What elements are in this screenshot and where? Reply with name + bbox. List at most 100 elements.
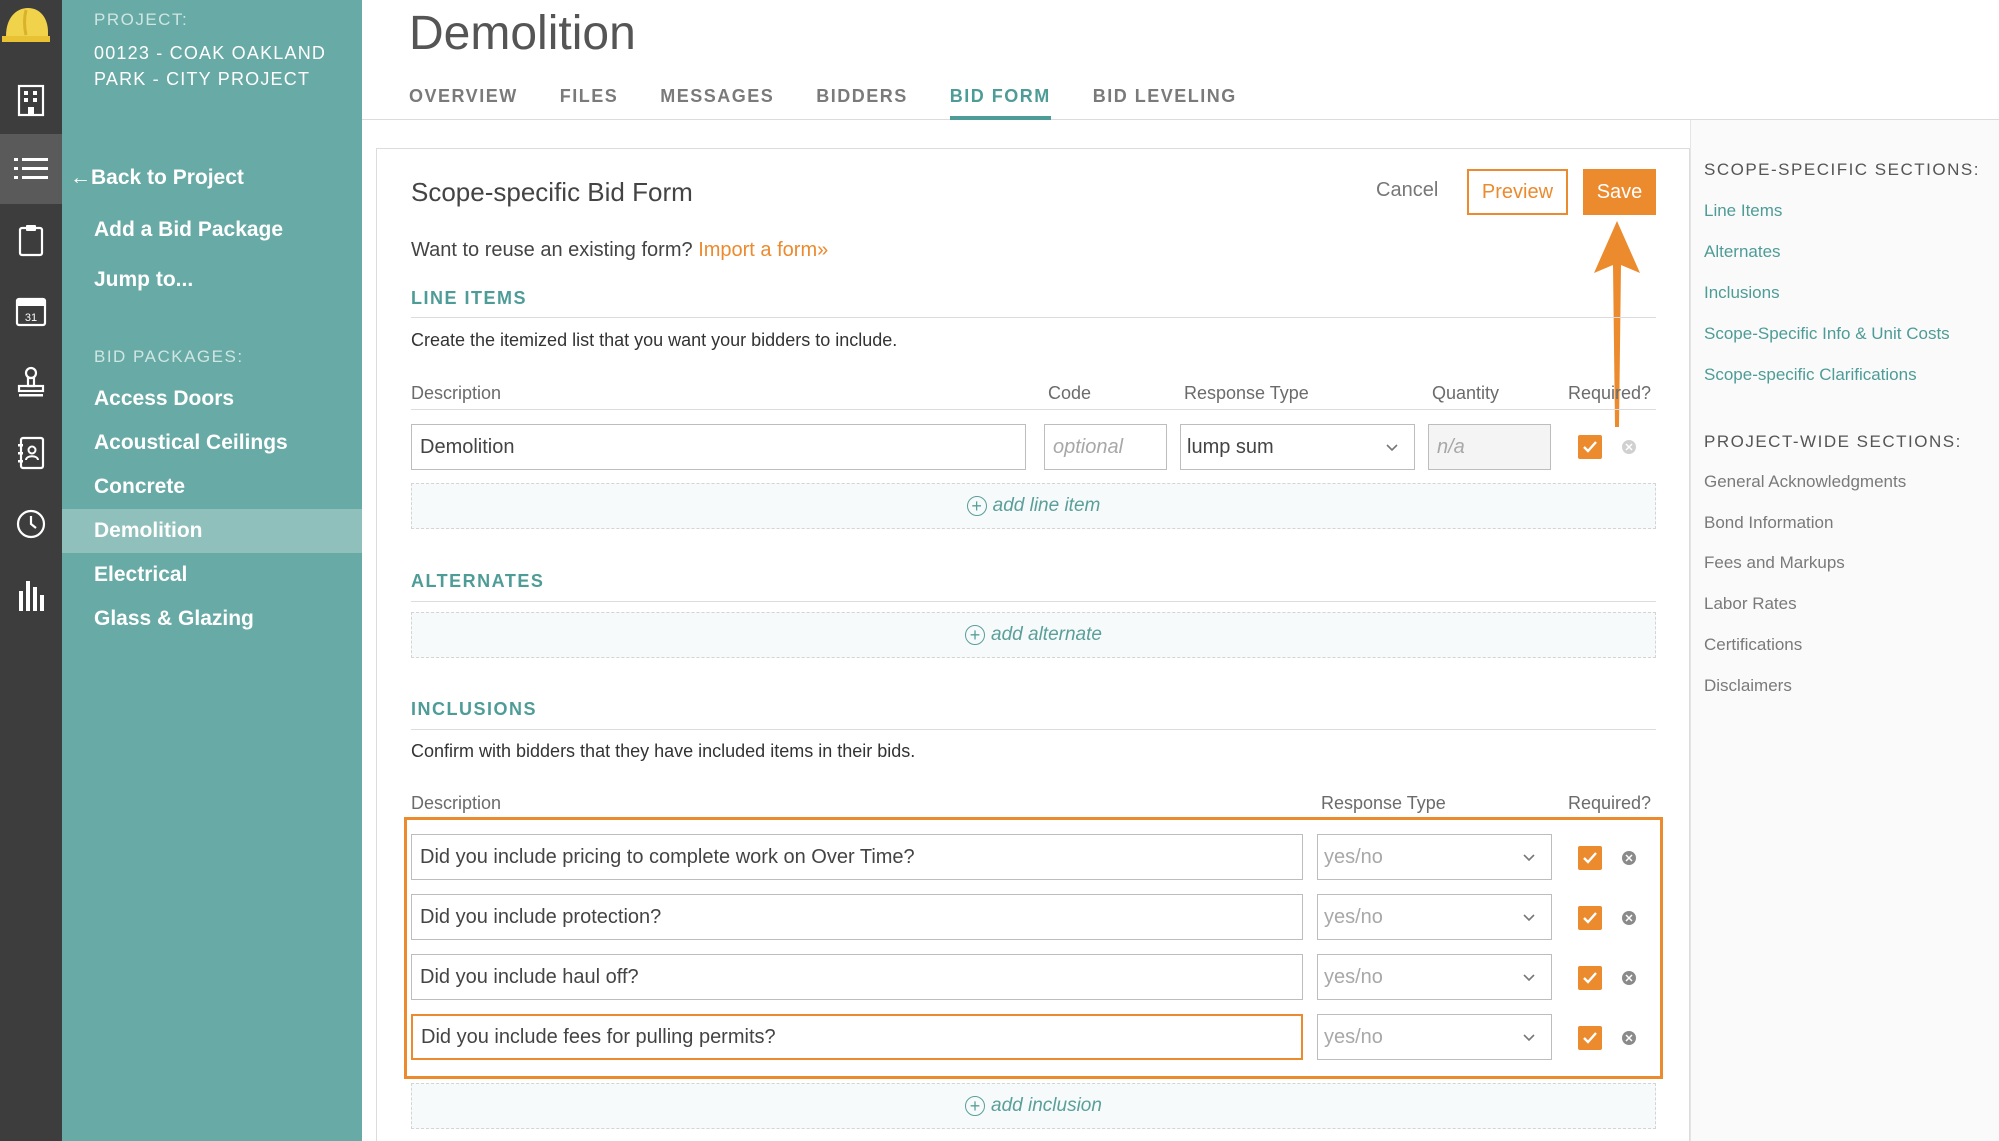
- sidebar-package-glass-glazing[interactable]: Glass & Glazing: [62, 597, 362, 641]
- stamp-icon[interactable]: [0, 347, 62, 417]
- nav-scope-clarifications[interactable]: Scope-specific Clarifications: [1704, 365, 1917, 385]
- chevron-down-icon: [1386, 444, 1398, 452]
- checkmark-icon: [1583, 852, 1597, 864]
- inclusion-description-input[interactable]: Did you include pricing to complete work…: [411, 834, 1303, 880]
- nav-general-acknowledgments[interactable]: General Acknowledgments: [1704, 472, 1906, 492]
- line-item-description-input[interactable]: Demolition: [411, 424, 1026, 470]
- preview-button[interactable]: Preview: [1467, 169, 1568, 215]
- line-item-quantity-input[interactable]: n/a: [1428, 424, 1551, 470]
- col-required: Required?: [1568, 383, 1652, 403]
- tab-messages[interactable]: MESSAGES: [660, 86, 774, 120]
- bid-packages-label: BID PACKAGES:: [94, 347, 244, 366]
- jump-to-link[interactable]: Jump to...: [94, 268, 193, 292]
- required-checkbox[interactable]: [1578, 966, 1602, 990]
- import-form-link[interactable]: Import a form»: [698, 239, 828, 261]
- chevron-down-icon: [1523, 914, 1535, 922]
- response-value: yes/no: [1324, 965, 1383, 988]
- inclusion-response-select[interactable]: yes/no: [1317, 954, 1552, 1000]
- scope-sections-heading: SCOPE-SPECIFIC SECTIONS:: [1704, 160, 1980, 179]
- add-line-item-button[interactable]: + add line item: [411, 483, 1656, 529]
- col-response-type: Response Type: [1321, 793, 1446, 813]
- reuse-text: Want to reuse an existing form?: [411, 239, 693, 261]
- remove-inclusion-icon[interactable]: [1622, 1031, 1636, 1045]
- nav-fees-markups[interactable]: Fees and Markups: [1704, 553, 1845, 573]
- tab-bar: OVERVIEW FILES MESSAGES BIDDERS BID FORM…: [409, 86, 1279, 120]
- required-checkbox[interactable]: [1578, 846, 1602, 870]
- sidebar: PROJECT: 00123 - COAK OAKLAND PARK - CIT…: [62, 0, 362, 1141]
- sidebar-package-demolition[interactable]: Demolition: [62, 509, 362, 553]
- contacts-book-icon[interactable]: [0, 418, 62, 488]
- remove-inclusion-icon[interactable]: [1622, 851, 1636, 865]
- col-code: Code: [1048, 383, 1092, 403]
- line-items-heading: LINE ITEMS: [411, 288, 528, 308]
- inclusion-response-select[interactable]: yes/no: [1317, 834, 1552, 880]
- tab-bid-leveling[interactable]: BID LEVELING: [1093, 86, 1237, 120]
- list-icon[interactable]: [0, 134, 62, 204]
- clock-icon[interactable]: [0, 489, 62, 559]
- sidebar-package-acoustical-ceilings[interactable]: Acoustical Ceilings: [62, 421, 362, 465]
- inclusion-response-select[interactable]: yes/no: [1317, 894, 1552, 940]
- required-checkbox[interactable]: [1578, 906, 1602, 930]
- tab-bid-form[interactable]: BID FORM: [949, 86, 1051, 120]
- bar-chart-icon[interactable]: [0, 560, 62, 630]
- remove-inclusion-icon[interactable]: [1622, 911, 1636, 925]
- save-button[interactable]: Save: [1583, 169, 1656, 215]
- calendar-icon[interactable]: 31: [0, 276, 62, 346]
- tab-files[interactable]: FILES: [560, 86, 619, 120]
- inclusion-description-input[interactable]: Did you include fees for pulling permits…: [411, 1014, 1303, 1060]
- checkmark-icon: [1583, 441, 1597, 453]
- project-sections-heading: PROJECT-WIDE SECTIONS:: [1704, 432, 1962, 451]
- nav-certifications[interactable]: Certifications: [1704, 635, 1802, 655]
- sidebar-package-access-doors[interactable]: Access Doors: [62, 377, 362, 421]
- inclusions-description: Confirm with bidders that they have incl…: [411, 741, 916, 761]
- inclusion-description-input[interactable]: Did you include haul off?: [411, 954, 1303, 1000]
- col-required: Required?: [1568, 793, 1652, 813]
- divider: [411, 409, 1656, 410]
- response-value: yes/no: [1324, 905, 1383, 928]
- chevron-down-icon: [1523, 1034, 1535, 1042]
- plus-circle-icon: +: [965, 1096, 986, 1116]
- checkmark-icon: [1583, 1032, 1597, 1044]
- add-inclusion-label: add inclusion: [991, 1095, 1102, 1116]
- inclusion-response-select[interactable]: yes/no: [1317, 1014, 1552, 1060]
- nav-line-items[interactable]: Line Items: [1704, 201, 1782, 221]
- nav-inclusions[interactable]: Inclusions: [1704, 283, 1780, 303]
- project-name: 00123 - COAK OAKLAND PARK - CITY PROJECT: [94, 43, 327, 89]
- nav-alternates[interactable]: Alternates: [1704, 242, 1781, 262]
- line-item-code-input[interactable]: optional: [1044, 424, 1167, 470]
- col-quantity: Quantity: [1432, 383, 1500, 403]
- line-items-description: Create the itemized list that you want y…: [411, 330, 898, 350]
- required-checkbox[interactable]: [1578, 1026, 1602, 1050]
- add-bid-package-link[interactable]: Add a Bid Package: [94, 218, 283, 242]
- form-title: Scope-specific Bid Form: [411, 177, 693, 207]
- inclusion-description-input[interactable]: Did you include protection?: [411, 894, 1303, 940]
- arrow-left-icon: ←: [70, 166, 91, 189]
- tab-bidders[interactable]: BIDDERS: [816, 86, 908, 120]
- nav-bond-information[interactable]: Bond Information: [1704, 513, 1833, 533]
- response-value: lump sum: [1187, 435, 1274, 458]
- response-value: yes/no: [1324, 1025, 1383, 1048]
- cancel-button[interactable]: Cancel: [1376, 179, 1438, 202]
- add-inclusion-button[interactable]: + add inclusion: [411, 1083, 1656, 1129]
- sidebar-package-concrete[interactable]: Concrete: [62, 465, 362, 509]
- remove-line-item-icon[interactable]: [1622, 440, 1636, 454]
- page-header: Demolition OVERVIEW FILES MESSAGES BIDDE…: [362, 0, 1999, 120]
- back-to-project-link[interactable]: ←Back to Project: [70, 166, 244, 190]
- tab-overview[interactable]: OVERVIEW: [409, 86, 518, 120]
- required-checkbox[interactable]: [1578, 435, 1602, 459]
- project-label: PROJECT:: [94, 10, 189, 29]
- section-nav-panel: SCOPE-SPECIFIC SECTIONS: Line Items Alte…: [1690, 120, 1999, 1141]
- response-value: yes/no: [1324, 845, 1383, 868]
- add-alternate-button[interactable]: + add alternate: [411, 612, 1656, 658]
- col-description: Description: [411, 383, 502, 403]
- hardhat-logo-icon[interactable]: [2, 2, 50, 50]
- nav-scope-info-unit-costs[interactable]: Scope-Specific Info & Unit Costs: [1704, 324, 1950, 344]
- building-icon[interactable]: [0, 65, 62, 135]
- chevron-down-icon: [1523, 854, 1535, 862]
- clipboard-icon[interactable]: [0, 205, 62, 275]
- nav-labor-rates[interactable]: Labor Rates: [1704, 594, 1797, 614]
- nav-disclaimers[interactable]: Disclaimers: [1704, 676, 1792, 696]
- remove-inclusion-icon[interactable]: [1622, 971, 1636, 985]
- line-item-response-select[interactable]: lump sum: [1180, 424, 1415, 470]
- sidebar-package-electrical[interactable]: Electrical: [62, 553, 362, 597]
